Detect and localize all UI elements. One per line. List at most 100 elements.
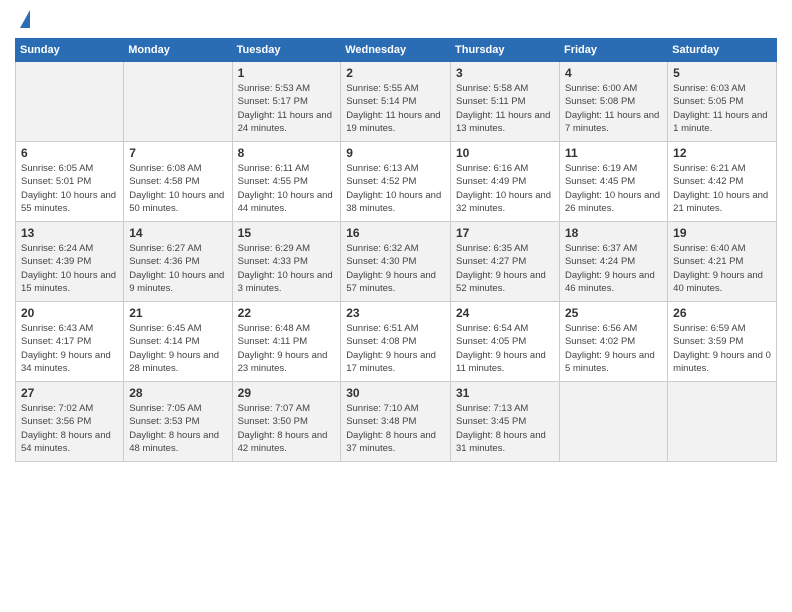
day-info: Sunrise: 7:05 AM Sunset: 3:53 PM Dayligh… — [129, 402, 226, 455]
calendar-cell: 1Sunrise: 5:53 AM Sunset: 5:17 PM Daylig… — [232, 62, 341, 142]
calendar-cell: 19 Sunrise: 6:40 AM Sunset: 4:21 PM Dayli… — [668, 222, 777, 302]
day-info: Sunrise: 6:00 AM Sunset: 5:08 PM Dayligh… — [565, 82, 662, 135]
day-info: Sunrise: 6:37 AM Sunset: 4:24 PM Dayligh… — [565, 242, 662, 295]
day-info: Sunrise: 6:40 AM Sunset: 4:21 PM Dayligh… — [673, 242, 771, 295]
day-info: Sunrise: 5:55 AM Sunset: 5:14 PM Dayligh… — [346, 82, 445, 135]
day-number: 29 — [238, 386, 336, 400]
day-number: 13 — [21, 226, 118, 240]
calendar-cell: 30Sunrise: 7:10 AM Sunset: 3:48 PM Dayli… — [341, 382, 451, 462]
calendar-cell: 22 Sunrise: 6:48 AM Sunset: 4:11 PM Dayli… — [232, 302, 341, 382]
day-number: 2 — [346, 66, 445, 80]
day-info: Sunrise: 6:51 AM Sunset: 4:08 PM Dayligh… — [346, 322, 445, 375]
calendar-cell: 21 Sunrise: 6:45 AM Sunset: 4:14 PM Dayli… — [124, 302, 232, 382]
calendar-cell: 17 Sunrise: 6:35 AM Sunset: 4:27 PM Dayli… — [451, 222, 560, 302]
day-info: Sunrise: 6:43 AM Sunset: 4:17 PM Dayligh… — [21, 322, 118, 375]
day-number: 4 — [565, 66, 662, 80]
day-number: 15 — [238, 226, 336, 240]
calendar-cell: 20 Sunrise: 6:43 AM Sunset: 4:17 PM Dayli… — [16, 302, 124, 382]
day-number: 27 — [21, 386, 118, 400]
day-number: 14 — [129, 226, 226, 240]
day-info: Sunrise: 5:58 AM Sunset: 5:11 PM Dayligh… — [456, 82, 554, 135]
calendar-cell: 8Sunrise: 6:11 AM Sunset: 4:55 PM Daylig… — [232, 142, 341, 222]
calendar-cell — [16, 62, 124, 142]
day-info: Sunrise: 7:02 AM Sunset: 3:56 PM Dayligh… — [21, 402, 118, 455]
day-info: Sunrise: 6:13 AM Sunset: 4:52 PM Dayligh… — [346, 162, 445, 215]
day-info: Sunrise: 6:05 AM Sunset: 5:01 PM Dayligh… — [21, 162, 118, 215]
day-info: Sunrise: 6:59 AM Sunset: 3:59 PM Dayligh… — [673, 322, 771, 375]
weekday-header-thursday: Thursday — [451, 39, 560, 62]
calendar-header-row: SundayMondayTuesdayWednesdayThursdayFrid… — [16, 39, 777, 62]
day-number: 20 — [21, 306, 118, 320]
calendar-cell: 16 Sunrise: 6:32 AM Sunset: 4:30 PM Dayli… — [341, 222, 451, 302]
day-info: Sunrise: 6:56 AM Sunset: 4:02 PM Dayligh… — [565, 322, 662, 375]
day-info: Sunrise: 6:24 AM Sunset: 4:39 PM Dayligh… — [21, 242, 118, 295]
day-number: 25 — [565, 306, 662, 320]
calendar-week-3: 13 Sunrise: 6:24 AM Sunset: 4:39 PM Dayli… — [16, 222, 777, 302]
calendar-cell: 31 Sunrise: 7:13 AM Sunset: 3:45 PM Dayli… — [451, 382, 560, 462]
day-info: Sunrise: 6:48 AM Sunset: 4:11 PM Dayligh… — [238, 322, 336, 375]
day-number: 17 — [456, 226, 554, 240]
day-number: 6 — [21, 146, 118, 160]
calendar-cell: 14Sunrise: 6:27 AM Sunset: 4:36 PM Dayli… — [124, 222, 232, 302]
calendar-cell — [124, 62, 232, 142]
day-info: Sunrise: 6:03 AM Sunset: 5:05 PM Dayligh… — [673, 82, 771, 135]
day-info: Sunrise: 6:08 AM Sunset: 4:58 PM Dayligh… — [129, 162, 226, 215]
calendar-cell: 6 Sunrise: 6:05 AM Sunset: 5:01 PM Daylig… — [16, 142, 124, 222]
weekday-header-friday: Friday — [559, 39, 667, 62]
day-info: Sunrise: 6:35 AM Sunset: 4:27 PM Dayligh… — [456, 242, 554, 295]
day-info: Sunrise: 6:11 AM Sunset: 4:55 PM Dayligh… — [238, 162, 336, 215]
calendar-cell: 7 Sunrise: 6:08 AM Sunset: 4:58 PM Daylig… — [124, 142, 232, 222]
calendar-week-4: 20 Sunrise: 6:43 AM Sunset: 4:17 PM Dayli… — [16, 302, 777, 382]
logo-triangle-icon — [20, 10, 30, 28]
calendar-cell: 24Sunrise: 6:54 AM Sunset: 4:05 PM Dayli… — [451, 302, 560, 382]
day-number: 26 — [673, 306, 771, 320]
calendar-cell: 26 Sunrise: 6:59 AM Sunset: 3:59 PM Dayli… — [668, 302, 777, 382]
day-info: Sunrise: 7:13 AM Sunset: 3:45 PM Dayligh… — [456, 402, 554, 455]
calendar-table: SundayMondayTuesdayWednesdayThursdayFrid… — [15, 38, 777, 462]
calendar-week-1: 1Sunrise: 5:53 AM Sunset: 5:17 PM Daylig… — [16, 62, 777, 142]
calendar-cell: 25 Sunrise: 6:56 AM Sunset: 4:02 PM Dayli… — [559, 302, 667, 382]
day-number: 10 — [456, 146, 554, 160]
day-number: 3 — [456, 66, 554, 80]
calendar-cell: 10 Sunrise: 6:16 AM Sunset: 4:49 PM Dayli… — [451, 142, 560, 222]
calendar-week-2: 6 Sunrise: 6:05 AM Sunset: 5:01 PM Daylig… — [16, 142, 777, 222]
weekday-header-monday: Monday — [124, 39, 232, 62]
calendar-cell: 9 Sunrise: 6:13 AM Sunset: 4:52 PM Daylig… — [341, 142, 451, 222]
day-number: 21 — [129, 306, 226, 320]
calendar-cell: 18 Sunrise: 6:37 AM Sunset: 4:24 PM Dayli… — [559, 222, 667, 302]
calendar-cell: 15Sunrise: 6:29 AM Sunset: 4:33 PM Dayli… — [232, 222, 341, 302]
day-info: Sunrise: 6:54 AM Sunset: 4:05 PM Dayligh… — [456, 322, 554, 375]
day-number: 7 — [129, 146, 226, 160]
calendar-cell: 11 Sunrise: 6:19 AM Sunset: 4:45 PM Dayli… — [559, 142, 667, 222]
day-number: 12 — [673, 146, 771, 160]
weekday-header-sunday: Sunday — [16, 39, 124, 62]
day-info: Sunrise: 6:32 AM Sunset: 4:30 PM Dayligh… — [346, 242, 445, 295]
calendar-cell: 3 Sunrise: 5:58 AM Sunset: 5:11 PM Daylig… — [451, 62, 560, 142]
calendar-cell: 27 Sunrise: 7:02 AM Sunset: 3:56 PM Dayli… — [16, 382, 124, 462]
weekday-header-tuesday: Tuesday — [232, 39, 341, 62]
day-number: 28 — [129, 386, 226, 400]
day-number: 19 — [673, 226, 771, 240]
calendar-cell: 12 Sunrise: 6:21 AM Sunset: 4:42 PM Dayli… — [668, 142, 777, 222]
day-number: 11 — [565, 146, 662, 160]
day-info: Sunrise: 6:16 AM Sunset: 4:49 PM Dayligh… — [456, 162, 554, 215]
calendar-cell: 4 Sunrise: 6:00 AM Sunset: 5:08 PM Daylig… — [559, 62, 667, 142]
day-number: 5 — [673, 66, 771, 80]
calendar-cell: 23Sunrise: 6:51 AM Sunset: 4:08 PM Dayli… — [341, 302, 451, 382]
calendar-cell: 13 Sunrise: 6:24 AM Sunset: 4:39 PM Dayli… — [16, 222, 124, 302]
day-info: Sunrise: 6:19 AM Sunset: 4:45 PM Dayligh… — [565, 162, 662, 215]
calendar-cell — [559, 382, 667, 462]
day-number: 31 — [456, 386, 554, 400]
calendar-cell: 2 Sunrise: 5:55 AM Sunset: 5:14 PM Daylig… — [341, 62, 451, 142]
header — [15, 10, 777, 30]
day-number: 22 — [238, 306, 336, 320]
day-number: 9 — [346, 146, 445, 160]
day-number: 16 — [346, 226, 445, 240]
day-info: Sunrise: 6:21 AM Sunset: 4:42 PM Dayligh… — [673, 162, 771, 215]
day-info: Sunrise: 6:45 AM Sunset: 4:14 PM Dayligh… — [129, 322, 226, 375]
day-info: Sunrise: 7:10 AM Sunset: 3:48 PM Dayligh… — [346, 402, 445, 455]
weekday-header-saturday: Saturday — [668, 39, 777, 62]
logo-top — [15, 10, 30, 30]
day-number: 18 — [565, 226, 662, 240]
calendar-cell — [668, 382, 777, 462]
